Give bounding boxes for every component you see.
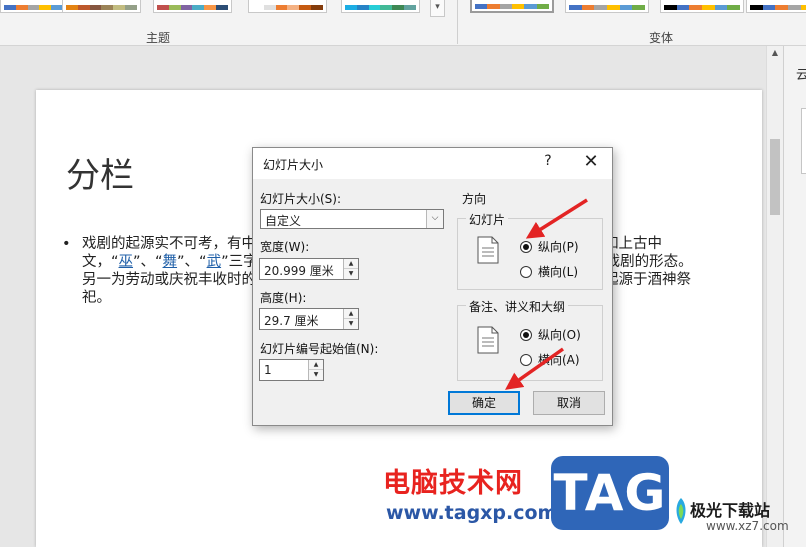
- chevron-down-icon[interactable]: ⌵: [426, 210, 443, 228]
- theme-thumbnail[interactable]: [248, 0, 327, 13]
- watermark-tag-logo: TAG: [551, 456, 669, 530]
- slides-portrait-radio[interactable]: [520, 241, 532, 253]
- watermark-site-name: 极光下载站: [690, 501, 771, 520]
- spin-up-icon[interactable]: ▲: [344, 259, 358, 269]
- slides-portrait-label[interactable]: 纵向(P): [538, 238, 579, 255]
- width-value: 20.999 厘米: [264, 264, 334, 278]
- height-spinner[interactable]: 29.7 厘米 ▲ ▼: [259, 308, 359, 330]
- bullet-icon: •: [62, 236, 71, 252]
- ok-button[interactable]: 确定: [448, 391, 520, 415]
- theme-thumbnail[interactable]: [62, 0, 141, 13]
- vertical-scrollbar[interactable]: ▲: [766, 46, 783, 547]
- notes-portrait-radio[interactable]: [520, 329, 532, 341]
- height-label: 高度(H):: [260, 291, 307, 305]
- chevron-down-icon: ▾: [435, 2, 440, 12]
- start-number-spinner[interactable]: 1 ▲ ▼: [259, 359, 324, 381]
- notes-portrait-label[interactable]: 纵向(O): [538, 326, 581, 343]
- watermark-site-url: www.xz7.com: [706, 519, 789, 533]
- body-link[interactable]: 巫: [119, 254, 134, 270]
- gallery-more-button[interactable]: ▾: [430, 0, 445, 17]
- slide-size-dropdown[interactable]: 自定义 ⌵: [260, 209, 444, 229]
- dialog-title: 幻灯片大小: [263, 158, 324, 172]
- slide-size-dialog: 幻灯片大小 ? ✕ 幻灯片大小(S): 自定义 ⌵ 宽度(W): 20.999 …: [252, 147, 613, 426]
- spin-up-icon[interactable]: ▲: [309, 360, 323, 370]
- theme-thumbnail[interactable]: [153, 0, 232, 13]
- close-icon[interactable]: ✕: [579, 151, 603, 173]
- variant-thumbnail[interactable]: [660, 0, 744, 13]
- scroll-up-icon[interactable]: ▲: [767, 48, 783, 62]
- cancel-button[interactable]: 取消: [533, 391, 605, 415]
- spin-up-icon[interactable]: ▲: [344, 309, 358, 319]
- notes-landscape-radio[interactable]: [520, 354, 532, 366]
- orientation-label: 方向: [462, 192, 487, 206]
- side-panel: 云: [783, 46, 806, 547]
- watermark-url: www.tagxp.com: [386, 502, 558, 524]
- body-text-run: ”、“: [177, 254, 207, 270]
- side-panel-field[interactable]: [801, 108, 806, 174]
- start-number-value: 1: [264, 363, 272, 377]
- body-link[interactable]: 武: [207, 254, 222, 270]
- help-icon[interactable]: ?: [540, 153, 556, 169]
- slides-landscape-radio[interactable]: [520, 266, 532, 278]
- spin-down-icon[interactable]: ▼: [309, 370, 323, 380]
- watermark-text: 电脑技术网: [383, 468, 523, 499]
- variant-thumbnail[interactable]: [565, 0, 649, 13]
- width-label: 宽度(W):: [260, 240, 310, 254]
- height-value: 29.7 厘米: [264, 314, 319, 328]
- aurora-logo-icon: [676, 498, 686, 524]
- dialog-titlebar: 幻灯片大小 ? ✕: [253, 148, 612, 179]
- portrait-page-icon: [477, 326, 499, 354]
- body-link[interactable]: 舞: [163, 254, 178, 270]
- variant-thumbnail[interactable]: [746, 0, 806, 13]
- slide-size-value: 自定义: [265, 214, 302, 228]
- slide-size-label: 幻灯片大小(S):: [260, 192, 342, 206]
- scrollbar-thumb[interactable]: [770, 139, 780, 215]
- side-panel-title: 云: [796, 68, 806, 83]
- body-text-run: 戏剧的起源实不可考，有: [82, 236, 242, 252]
- spin-down-icon[interactable]: ▼: [344, 269, 358, 279]
- width-spinner[interactable]: 20.999 厘米 ▲ ▼: [259, 258, 359, 280]
- slides-group-title: 幻灯片: [466, 211, 509, 228]
- body-text-run: ”、“: [133, 254, 163, 270]
- variant-group-label: 变体: [649, 31, 674, 45]
- spin-down-icon[interactable]: ▼: [344, 319, 358, 329]
- notes-orientation-group: 备注、讲义和大纲 纵向(O) 横向(A): [457, 298, 603, 381]
- notes-group-title: 备注、讲义和大纲: [466, 298, 569, 315]
- start-number-label: 幻灯片编号起始值(N):: [260, 342, 379, 356]
- notes-landscape-label[interactable]: 横向(A): [538, 351, 580, 368]
- slides-orientation-group: 幻灯片 纵向(P) 横向(L): [457, 211, 603, 290]
- theme-thumbnail[interactable]: [341, 0, 420, 13]
- slide-title[interactable]: 分栏: [66, 148, 134, 197]
- portrait-page-icon: [477, 236, 499, 264]
- ribbon-divider: [457, 0, 458, 44]
- theme-group-label: 主题: [146, 31, 171, 45]
- variant-thumbnail[interactable]: [470, 0, 554, 13]
- slides-landscape-label[interactable]: 横向(L): [538, 263, 578, 280]
- ribbon: ▾ 主题 变体: [0, 0, 806, 46]
